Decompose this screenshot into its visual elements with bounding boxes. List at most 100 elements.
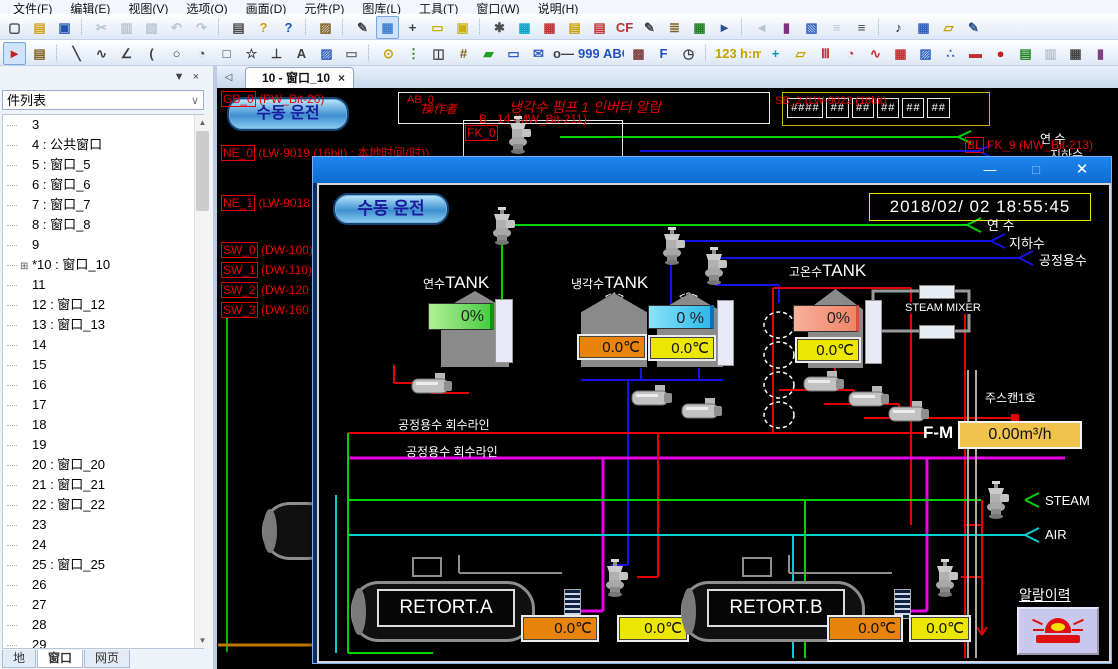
panel-pin-icon[interactable]: ▼ [174,71,193,83]
numeric-input-icon[interactable]: # [452,42,475,65]
gauge-icon[interactable]: ◔ [839,42,862,65]
text-icon[interactable]: A [290,42,313,65]
about-icon[interactable]: ? [252,16,275,39]
csv-icon[interactable]: ≣ [663,16,686,39]
tools-icon[interactable]: ✱ [488,16,511,39]
scale-icon[interactable]: ⊥ [265,42,288,65]
flow-block-icon[interactable]: ▱ [789,42,812,65]
message-icon[interactable]: ✉ [527,42,550,65]
polyline-icon[interactable]: ∠ [115,42,138,65]
tree-item[interactable]: 12 : 窗口_12 [3,295,203,315]
panel-tab[interactable]: 地 [2,650,36,668]
folder-icon[interactable]: ▰ [477,42,500,65]
schedule-icon[interactable]: ▦ [912,16,935,39]
popup-title-bar[interactable]: — □ ✕ [313,157,1111,183]
bulb-icon[interactable]: ⊙ [377,42,400,65]
tab-close-icon[interactable]: × [338,71,345,85]
properties-icon[interactable]: ▤ [28,42,51,65]
alarm-bar-icon[interactable]: ▬ [964,42,987,65]
table-grid-icon[interactable]: ▦ [889,42,912,65]
simulate-icon[interactable]: ► [713,16,736,39]
trend-icon[interactable]: ∿ [864,42,887,65]
grid-icon[interactable]: ▦ [376,16,399,39]
graph-icon[interactable]: ▨ [914,42,937,65]
select-icon[interactable]: ► [3,42,26,65]
window-icon[interactable]: ▭ [426,16,449,39]
history-icon[interactable]: ▥ [1039,42,1062,65]
tab-scroll-left-icon[interactable]: ◁ [221,70,236,85]
separator[interactable] [342,18,346,36]
tree-item[interactable]: 9 [3,235,203,255]
tree-item[interactable]: 26 [3,575,203,595]
menu-item[interactable]: 视图(V) [119,1,177,14]
panel-close-icon[interactable]: × [193,71,207,83]
pie-icon[interactable]: ◔ [190,42,213,65]
combo-icon[interactable]: ▭ [502,42,525,65]
minimize-button[interactable]: — [975,160,1005,180]
move-icon[interactable]: + [764,42,787,65]
tree-item[interactable]: 14 [3,335,203,355]
paste-icon[interactable]: ▧ [140,16,163,39]
tree-item[interactable]: 3 [3,115,203,135]
scatter-icon[interactable]: ∴ [939,42,962,65]
backup-icon[interactable]: ▤ [1114,42,1118,65]
save-icon[interactable]: ▣ [53,16,76,39]
scroll-thumb[interactable] [196,131,209,211]
upload-icon[interactable]: ▦ [538,16,561,39]
tree-item[interactable]: 4 : 公共窗口 [3,135,203,155]
panel-icon[interactable]: ▭ [340,42,363,65]
menu-item[interactable]: 元件(P) [295,1,353,14]
menu-item[interactable]: 画面(D) [237,1,296,14]
tree-item[interactable]: 13 : 窗口_13 [3,315,203,335]
tree-item[interactable]: 17 [3,395,203,415]
separator[interactable] [479,18,483,36]
tree-scrollbar[interactable]: ▲ ▼ [194,115,210,648]
tree-expander-icon[interactable]: ⊞ [20,257,32,277]
scroll-down-icon[interactable]: ▼ [195,633,210,648]
find-icon[interactable]: ▨ [314,16,337,39]
menu-item[interactable]: 工具(T) [410,1,467,14]
tree-item[interactable]: 21 : 窗口_21 [3,475,203,495]
cut-icon[interactable]: ✂ [90,16,113,39]
image-icon[interactable]: ▨ [315,42,338,65]
windows-cascade-icon[interactable]: ▣ [451,16,474,39]
menu-item[interactable]: 选项(O) [177,1,236,14]
snap-icon[interactable]: + [401,16,424,39]
menu-item[interactable]: 图库(L) [353,1,410,14]
tree-item[interactable]: 24 [3,535,203,555]
separator[interactable] [705,44,709,62]
sampling-icon[interactable]: ▮ [1089,42,1112,65]
line-icon[interactable]: ╲ [65,42,88,65]
list2-icon[interactable]: ≡ [850,16,873,39]
clock-icon[interactable]: ◷ [677,42,700,65]
date-icon[interactable]: ▦ [1064,42,1087,65]
tree-item[interactable]: 19 [3,435,203,455]
pen-icon[interactable]: ✎ [351,16,374,39]
print-icon[interactable]: ▤ [227,16,250,39]
sound-icon[interactable]: ♪ [887,16,910,39]
arc-icon[interactable]: ( [140,42,163,65]
tree-item[interactable]: 6 : 窗口_6 [3,175,203,195]
copy-icon[interactable]: ▥ [115,16,138,39]
ascii-abc-icon[interactable]: ABC [602,42,625,65]
tree-item[interactable]: 7 : 窗口_7 [3,195,203,215]
display-123-icon[interactable]: 123 [714,42,737,65]
tree-item[interactable]: 11 [3,275,203,295]
tree-item[interactable]: 29 [3,635,203,649]
menu-item[interactable]: 说明(H) [529,1,588,14]
numeric-999-icon[interactable]: 999 [577,42,600,65]
context-help-icon[interactable]: ? [277,16,300,39]
curve-icon[interactable]: ∿ [90,42,113,65]
traffic-light-icon[interactable]: ⋮ [402,42,425,65]
separator[interactable] [305,18,309,36]
tree-item[interactable]: 25 : 窗口_25 [3,555,203,575]
chevron-down-icon[interactable]: ∨ [191,91,199,111]
editor-canvas[interactable]: 수동 운전 GB_0 (PW_Bit-20) AB_0 操作者 냉각수 펌프 1… [217,88,1118,669]
save-to-disk-icon[interactable]: ▤ [563,16,586,39]
tree-item[interactable]: 18 [3,415,203,435]
object-list-dropdown[interactable]: 件列表 ∨ [2,90,204,110]
tree-item[interactable]: 27 [3,595,203,615]
menu-item[interactable]: 文件(F) [4,1,61,14]
undo-icon[interactable]: ↶ [165,16,188,39]
tree-item[interactable]: ⊞*10 : 窗口_10 [3,255,203,275]
